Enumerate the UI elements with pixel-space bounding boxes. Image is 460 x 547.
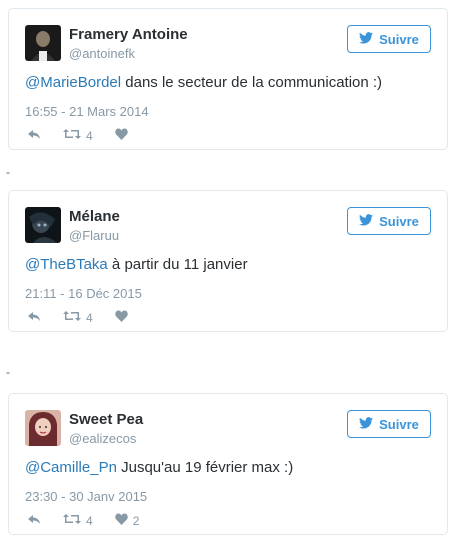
author-handle[interactable]: @ealizecos <box>69 431 136 446</box>
tweet-text: @MarieBordel dans le secteur de la commu… <box>25 74 382 91</box>
follow-label: Suivre <box>379 416 419 432</box>
retweet-button[interactable]: 4 <box>63 513 93 528</box>
twitter-bird-icon <box>359 416 374 432</box>
mention-link[interactable]: @MarieBordel <box>25 74 121 91</box>
like-button[interactable] <box>114 128 133 143</box>
follow-label: Suivre <box>379 213 419 229</box>
like-button[interactable]: 2 <box>114 513 140 528</box>
tweet-timestamp[interactable]: 16:55 - 21 Mars 2014 <box>25 104 149 119</box>
reply-button[interactable] <box>27 128 41 143</box>
retweet-count: 4 <box>86 128 93 143</box>
avatar[interactable] <box>25 207 61 243</box>
retweet-button[interactable]: 4 <box>63 310 93 325</box>
mention-link[interactable]: @TheBTaka <box>25 256 108 273</box>
reply-icon <box>27 513 41 528</box>
heart-icon <box>114 128 128 143</box>
avatar[interactable] <box>25 25 61 61</box>
retweet-count: 4 <box>86 310 93 325</box>
tweet-text: @Camille_Pn Jusqu'au 19 février max :) <box>25 459 293 476</box>
follow-button[interactable]: Suivre <box>347 410 431 438</box>
reply-icon <box>27 128 41 143</box>
retweet-icon <box>63 310 81 325</box>
reply-button[interactable] <box>27 310 41 325</box>
tweet-actions: 4 2 <box>27 513 139 528</box>
tweet-card: Mélane @Flaruu Suivre @TheBTaka à partir… <box>8 190 448 332</box>
author-name[interactable]: Framery Antoine <box>69 26 188 43</box>
reply-icon <box>27 310 41 325</box>
tweet-card: Framery Antoine @antoinefk Suivre @Marie… <box>8 8 448 150</box>
tweet-text: @TheBTaka à partir du 11 janvier <box>25 256 248 273</box>
reply-button[interactable] <box>27 513 41 528</box>
heart-icon <box>114 310 128 325</box>
tweet-body: dans le secteur de la communication :) <box>121 74 383 91</box>
follow-button[interactable]: Suivre <box>347 25 431 53</box>
mention-link[interactable]: @Camille_Pn <box>25 459 117 476</box>
retweet-count: 4 <box>86 513 93 528</box>
author-handle[interactable]: @antoinefk <box>69 46 135 61</box>
tweet-body: Jusqu'au 19 février max :) <box>116 459 294 476</box>
retweet-icon <box>63 513 81 528</box>
separator: - <box>6 365 10 379</box>
twitter-bird-icon <box>359 213 374 229</box>
page: Framery Antoine @antoinefk Suivre @Marie… <box>0 0 460 547</box>
like-button[interactable] <box>114 310 133 325</box>
avatar[interactable] <box>25 410 61 446</box>
tweet-card: Sweet Pea @ealizecos Suivre @Camille_Pn … <box>8 393 448 535</box>
twitter-bird-icon <box>359 31 374 47</box>
author-handle[interactable]: @Flaruu <box>69 228 119 243</box>
author-name[interactable]: Sweet Pea <box>69 411 143 428</box>
follow-button[interactable]: Suivre <box>347 207 431 235</box>
author-name[interactable]: Mélane <box>69 208 120 225</box>
separator: - <box>6 165 10 179</box>
like-count: 2 <box>132 513 140 528</box>
tweet-timestamp[interactable]: 21:11 - 16 Déc 2015 <box>25 286 142 301</box>
tweet-timestamp[interactable]: 23:30 - 30 Janv 2015 <box>25 489 147 504</box>
heart-icon <box>114 513 128 528</box>
tweet-body: à partir du 11 janvier <box>107 256 248 273</box>
tweet-actions: 4 <box>27 310 133 325</box>
retweet-button[interactable]: 4 <box>63 128 93 143</box>
follow-label: Suivre <box>379 31 419 47</box>
retweet-icon <box>63 128 81 143</box>
tweet-actions: 4 <box>27 128 133 143</box>
